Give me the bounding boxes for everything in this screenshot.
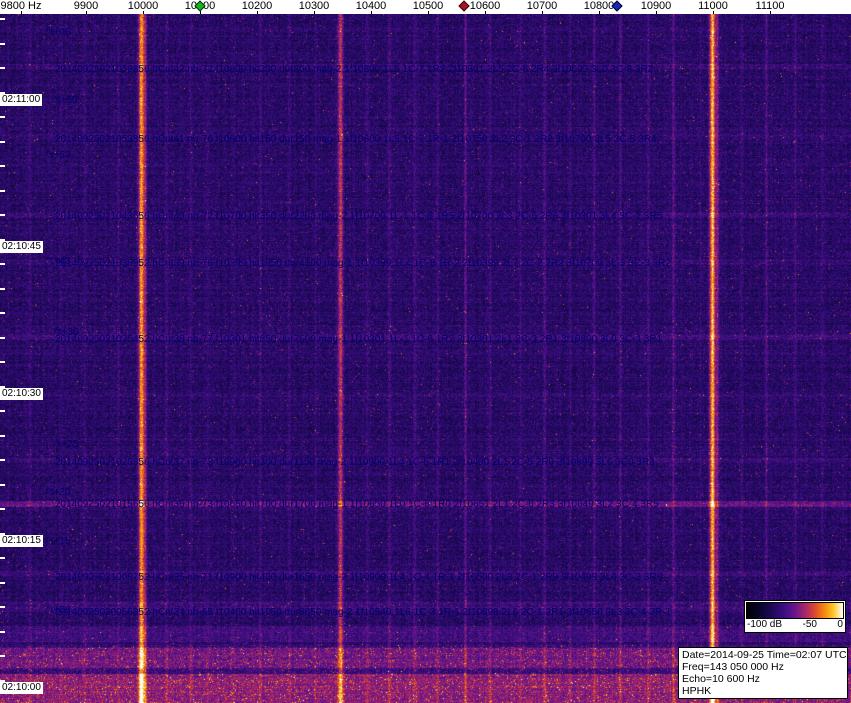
red-diamond-marker[interactable] bbox=[458, 0, 470, 12]
frequency-axis: 9800 Hz990010000101001020010300104001050… bbox=[0, 0, 851, 14]
freq-axis-label: 10000 bbox=[127, 0, 159, 12]
freq-axis-label: 10600 bbox=[469, 0, 501, 12]
db-color-scale: -100 dB -50 0 bbox=[744, 600, 846, 633]
freq-axis-label: 10200 bbox=[241, 0, 273, 12]
freq-axis-label: 10300 bbox=[298, 0, 330, 12]
info-line: Freq=143 050 000 Hz bbox=[682, 661, 784, 673]
spectrogram-canvas[interactable] bbox=[0, 14, 851, 703]
freq-axis-label: 10500 bbox=[412, 0, 444, 12]
freq-axis-label: 11100 bbox=[755, 0, 785, 12]
info-line: HPHK bbox=[682, 685, 712, 697]
freq-axis-label: 10400 bbox=[355, 0, 387, 12]
freq-axis-label: 10700 bbox=[526, 0, 558, 12]
freq-axis-label: 10800 bbox=[583, 0, 615, 12]
info-panel: Date=2014-09-25 Time=02:07 UTC Freq=143 0… bbox=[678, 647, 848, 699]
info-line: Date=2014-09-25 Time=02:07 UTC bbox=[682, 649, 847, 661]
freq-axis-label: 11000 bbox=[698, 0, 728, 12]
freq-axis-label: 9900 bbox=[73, 0, 99, 12]
db-label-min: -100 dB bbox=[747, 619, 783, 630]
freq-axis-label: 10900 bbox=[640, 0, 672, 12]
db-label-max: 0 bbox=[837, 619, 843, 630]
db-label-mid: -50 bbox=[802, 619, 817, 630]
meteor-spectrogram-window: 9800 Hz990010000101001020010300104001050… bbox=[0, 0, 851, 703]
db-scale-labels: -100 dB -50 0 bbox=[746, 619, 844, 631]
freq-axis-label: 9800 Hz bbox=[0, 0, 42, 12]
db-gradient-bar bbox=[746, 602, 844, 619]
info-line: Echo=10 600 Hz bbox=[682, 673, 760, 685]
